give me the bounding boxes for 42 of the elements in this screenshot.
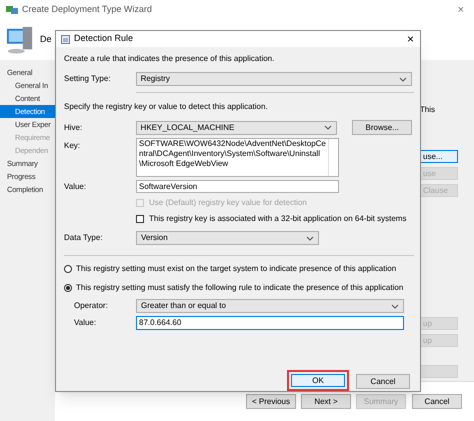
field-label: Value:	[64, 180, 88, 192]
app-icon	[6, 5, 18, 15]
field-label: Key:	[64, 140, 82, 152]
value-field[interactable]: 87.0.664.60	[136, 316, 404, 330]
chevron-down-icon	[391, 304, 399, 308]
dropdown[interactable]: Version	[136, 231, 319, 245]
value-field[interactable]: SoftwareVersion	[136, 180, 339, 193]
ok-button[interactable]: OK	[291, 374, 345, 387]
button[interactable]: Next >	[301, 394, 351, 409]
cancel-button[interactable]: Cancel	[356, 374, 410, 389]
checkbox[interactable]	[136, 215, 144, 223]
chevron-down-icon	[399, 76, 407, 82]
window-title: Create Deployment Type Wizard	[22, 3, 152, 16]
instruction-text: Specify the registry key or value to detect this application.	[64, 101, 269, 113]
page-heading: De	[40, 33, 52, 46]
window-icon	[61, 34, 70, 44]
dropdown[interactable]: Registry	[136, 72, 412, 86]
field-label: Operator:	[74, 300, 109, 312]
field-label: Hive:	[64, 122, 84, 134]
chevron-down-icon	[324, 125, 332, 130]
radio-button[interactable]	[64, 265, 72, 273]
radio-button[interactable]	[64, 284, 72, 292]
close-button[interactable]: ×	[406, 33, 414, 45]
computer-icon	[6, 25, 34, 55]
dropdown[interactable]: Greater than or equal to	[136, 299, 404, 313]
button[interactable]: < Previous	[246, 394, 296, 409]
dialog-title: Detection Rule	[74, 32, 134, 46]
radio-label: This registry setting must satisfy the following rule to indicate the presence of this application	[76, 282, 404, 294]
instruction-text: Create a rule that indicates the presence of this application.	[64, 53, 276, 65]
checkbox-label: Use (Default) registry key value for detection	[149, 197, 307, 209]
close-button[interactable]: ×	[458, 4, 464, 16]
browse-button[interactable]: Browse...	[352, 120, 412, 135]
dropdown[interactable]: HKEY_LOCAL_MACHINE	[136, 120, 338, 134]
key-text-area[interactable]: SOFTWARE\WOW6432Node\AdventNet\DesktopCentral\DCAgent\Inventory\System\Software\Uninstall\Microsoft EdgeWebView	[136, 138, 339, 177]
chevron-down-icon	[306, 236, 314, 240]
field-label: Data Type:	[64, 232, 104, 244]
field-label: Value:	[74, 317, 98, 329]
checkbox-label: This registry key is associated with a 32-bit application on 64-bit systems	[149, 213, 406, 225]
description-text: This	[420, 104, 435, 116]
radio-label: This registry setting must exist on the target system to indicate presence of this application	[76, 263, 396, 275]
button[interactable]: Cancel	[412, 394, 462, 409]
field-label: Setting Type:	[64, 73, 112, 85]
